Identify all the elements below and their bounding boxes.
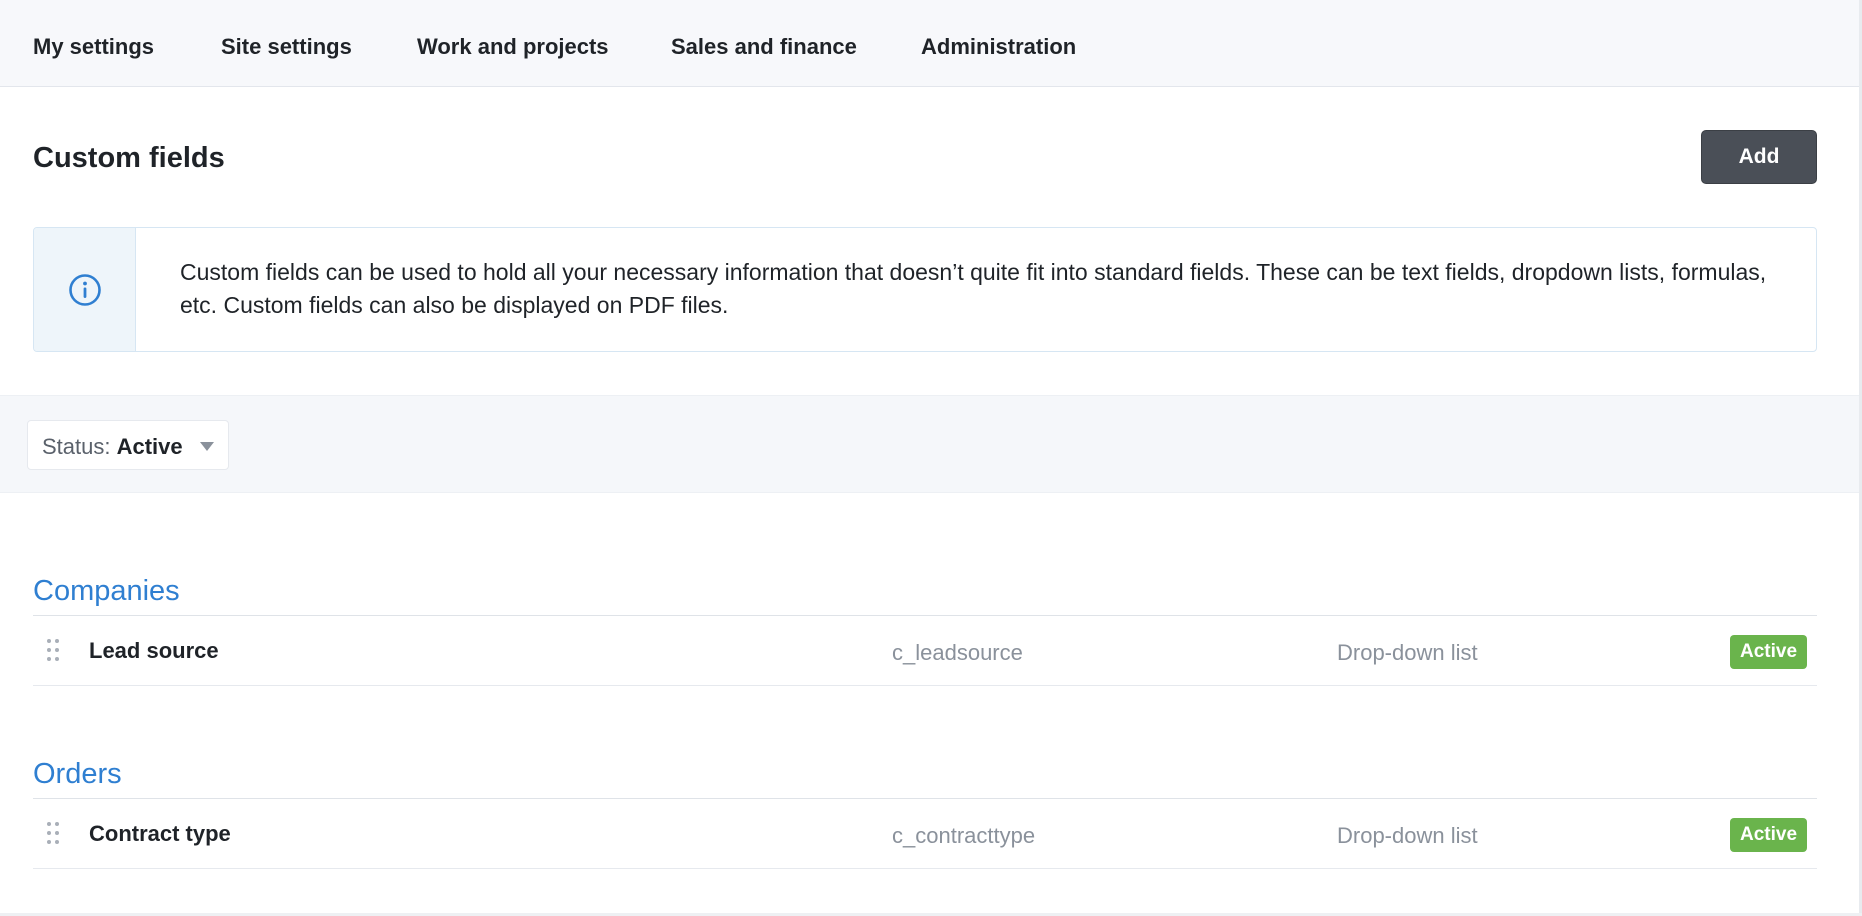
info-box: Custom fields can be used to hold all yo… bbox=[33, 227, 1817, 352]
caret-down-icon bbox=[200, 442, 214, 451]
drag-handle-icon[interactable] bbox=[45, 821, 61, 845]
drag-handle-icon[interactable] bbox=[45, 638, 61, 662]
field-key: c_leadsource bbox=[892, 640, 1023, 665]
status-filter-label: Status: Active bbox=[42, 434, 183, 460]
status-filter-label-text: Status: bbox=[42, 434, 111, 459]
section-title-companies: Companies bbox=[33, 575, 180, 607]
tab-site-settings[interactable]: Site settings bbox=[221, 34, 352, 60]
field-name[interactable]: Contract type bbox=[89, 821, 231, 847]
status-filter-dropdown[interactable]: Status: Active bbox=[27, 420, 229, 470]
add-button[interactable]: Add bbox=[1701, 130, 1817, 184]
field-type: Drop-down list bbox=[1337, 823, 1478, 848]
page-title: Custom fields bbox=[33, 142, 225, 174]
info-icon-cell bbox=[34, 228, 136, 351]
status-filter-value: Active bbox=[116, 434, 183, 459]
filter-bar: Status: Active bbox=[0, 395, 1862, 493]
status-badge: Active bbox=[1730, 818, 1808, 852]
info-text: Custom fields can be used to hold all yo… bbox=[180, 259, 1767, 318]
table-row[interactable]: Contract type c_contracttype Drop-down l… bbox=[33, 799, 1817, 869]
tab-administration[interactable]: Administration bbox=[921, 34, 1076, 60]
status-badge: Active bbox=[1730, 635, 1808, 669]
info-circle-icon bbox=[69, 274, 101, 306]
tab-sales-and-finance[interactable]: Sales and finance bbox=[671, 34, 857, 60]
field-key: c_contracttype bbox=[892, 823, 1036, 848]
field-name[interactable]: Lead source bbox=[89, 638, 219, 664]
tab-my-settings[interactable]: My settings bbox=[33, 34, 154, 60]
field-type: Drop-down list bbox=[1337, 640, 1478, 665]
top-navigation: My settings Site settings Work and proje… bbox=[0, 0, 1862, 87]
table-row[interactable]: Lead source c_leadsource Drop-down list … bbox=[33, 616, 1817, 686]
custom-fields-page: My settings Site settings Work and proje… bbox=[0, 0, 1862, 916]
tab-work-and-projects[interactable]: Work and projects bbox=[417, 34, 609, 60]
section-title-orders: Orders bbox=[33, 758, 122, 790]
